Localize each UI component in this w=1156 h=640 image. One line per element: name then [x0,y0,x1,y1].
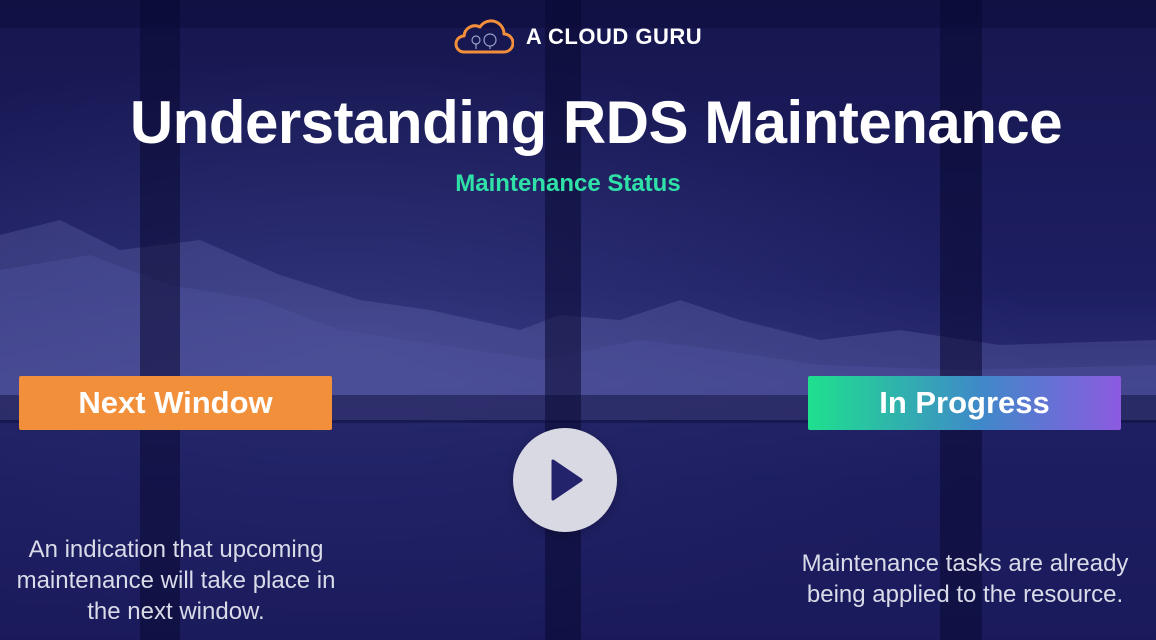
status-badge-next-window: Next Window [19,376,332,430]
play-icon [551,459,583,501]
play-button[interactable] [513,428,617,532]
brand-header: A CLOUD GURU [0,18,1156,56]
in-progress-description: Maintenance tasks are already being appl… [801,550,1129,608]
slide-subtitle: Maintenance Status [455,170,681,197]
next-window-description: An indication that upcoming maintenance … [16,536,336,625]
status-badge-in-progress: In Progress [808,376,1121,430]
brand-name: A CLOUD GURU [525,24,703,49]
cloud-logo-icon [454,19,514,54]
slide-title: Understanding RDS Maintenance [129,89,1063,156]
